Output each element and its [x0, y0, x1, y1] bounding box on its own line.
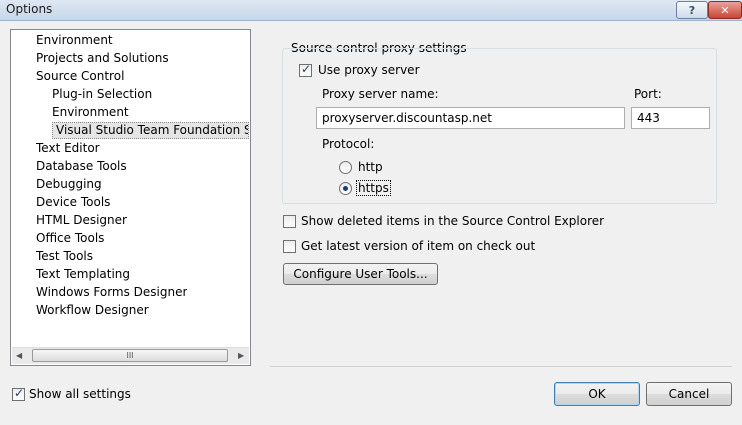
cancel-button[interactable]: Cancel — [646, 382, 732, 406]
tree-item[interactable]: Environment — [36, 32, 113, 49]
https-radio-label[interactable]: https — [356, 180, 391, 196]
get-latest-checkbox[interactable] — [283, 240, 296, 253]
tree-item[interactable]: Workflow Designer — [36, 302, 149, 319]
tree-item[interactable]: Windows Forms Designer — [36, 284, 187, 301]
checkmark-icon: ✓ — [301, 62, 312, 76]
tree-item[interactable]: Text Templating — [36, 266, 130, 283]
tree-item[interactable]: Office Tools — [36, 230, 104, 247]
use-proxy-label[interactable]: Use proxy server — [318, 63, 420, 77]
tree-item[interactable]: Source Control — [36, 68, 124, 85]
http-radio[interactable] — [339, 161, 352, 174]
port-label: Port: — [634, 87, 662, 101]
proxy-server-name-label: Proxy server name: — [322, 87, 439, 101]
close-button[interactable]: ✕ — [708, 1, 742, 19]
tree-item[interactable]: Test Tools — [36, 248, 93, 265]
https-radio[interactable] — [339, 182, 352, 195]
show-deleted-checkbox[interactable] — [283, 215, 296, 228]
options-tree[interactable]: Environment Projects and Solutions Source … — [10, 29, 251, 366]
separator — [270, 366, 732, 367]
tree-item[interactable]: Projects and Solutions — [36, 50, 169, 67]
http-radio-label[interactable]: http — [358, 160, 383, 174]
scroll-right-icon[interactable]: ▶ — [238, 351, 244, 360]
window-title: Options — [6, 2, 53, 16]
radio-selected-dot — [343, 186, 348, 191]
configure-user-tools-button[interactable]: Configure User Tools... — [283, 263, 438, 285]
get-latest-label[interactable]: Get latest version of item on check out — [301, 239, 535, 253]
tree-item[interactable]: Visual Studio Team Foundation Serve — [52, 122, 249, 139]
tree-item[interactable]: Environment — [52, 104, 129, 121]
scroll-thumb[interactable]: III — [32, 349, 228, 362]
ok-button[interactable]: OK — [554, 382, 640, 406]
tree-item[interactable]: Device Tools — [36, 194, 110, 211]
show-all-settings-checkbox[interactable]: ✓ — [12, 386, 25, 401]
title-bar: Options ? ✕ — [0, 0, 742, 21]
tree-item[interactable]: HTML Designer — [36, 212, 127, 229]
protocol-label: Protocol: — [322, 137, 375, 151]
close-icon: ✕ — [720, 3, 730, 17]
proxy-server-name-field[interactable]: proxyserver.discountasp.net — [316, 107, 625, 129]
port-field[interactable]: 443 — [631, 107, 710, 129]
use-proxy-checkbox[interactable]: ✓ — [299, 62, 312, 77]
help-icon: ? — [688, 3, 696, 17]
show-deleted-label[interactable]: Show deleted items in the Source Control… — [301, 214, 604, 228]
tree-item[interactable]: Debugging — [36, 176, 102, 193]
tree-item[interactable]: Text Editor — [36, 140, 100, 157]
scroll-left-icon[interactable]: ◀ — [16, 351, 22, 360]
horizontal-scrollbar[interactable]: ◀ III ▶ — [12, 347, 249, 364]
tree-item[interactable]: Plug-in Selection — [52, 86, 152, 103]
help-button[interactable]: ? — [676, 1, 708, 19]
show-all-settings-label[interactable]: Show all settings — [29, 387, 131, 401]
tree-item[interactable]: Database Tools — [36, 158, 127, 175]
checkmark-icon: ✓ — [14, 386, 25, 400]
